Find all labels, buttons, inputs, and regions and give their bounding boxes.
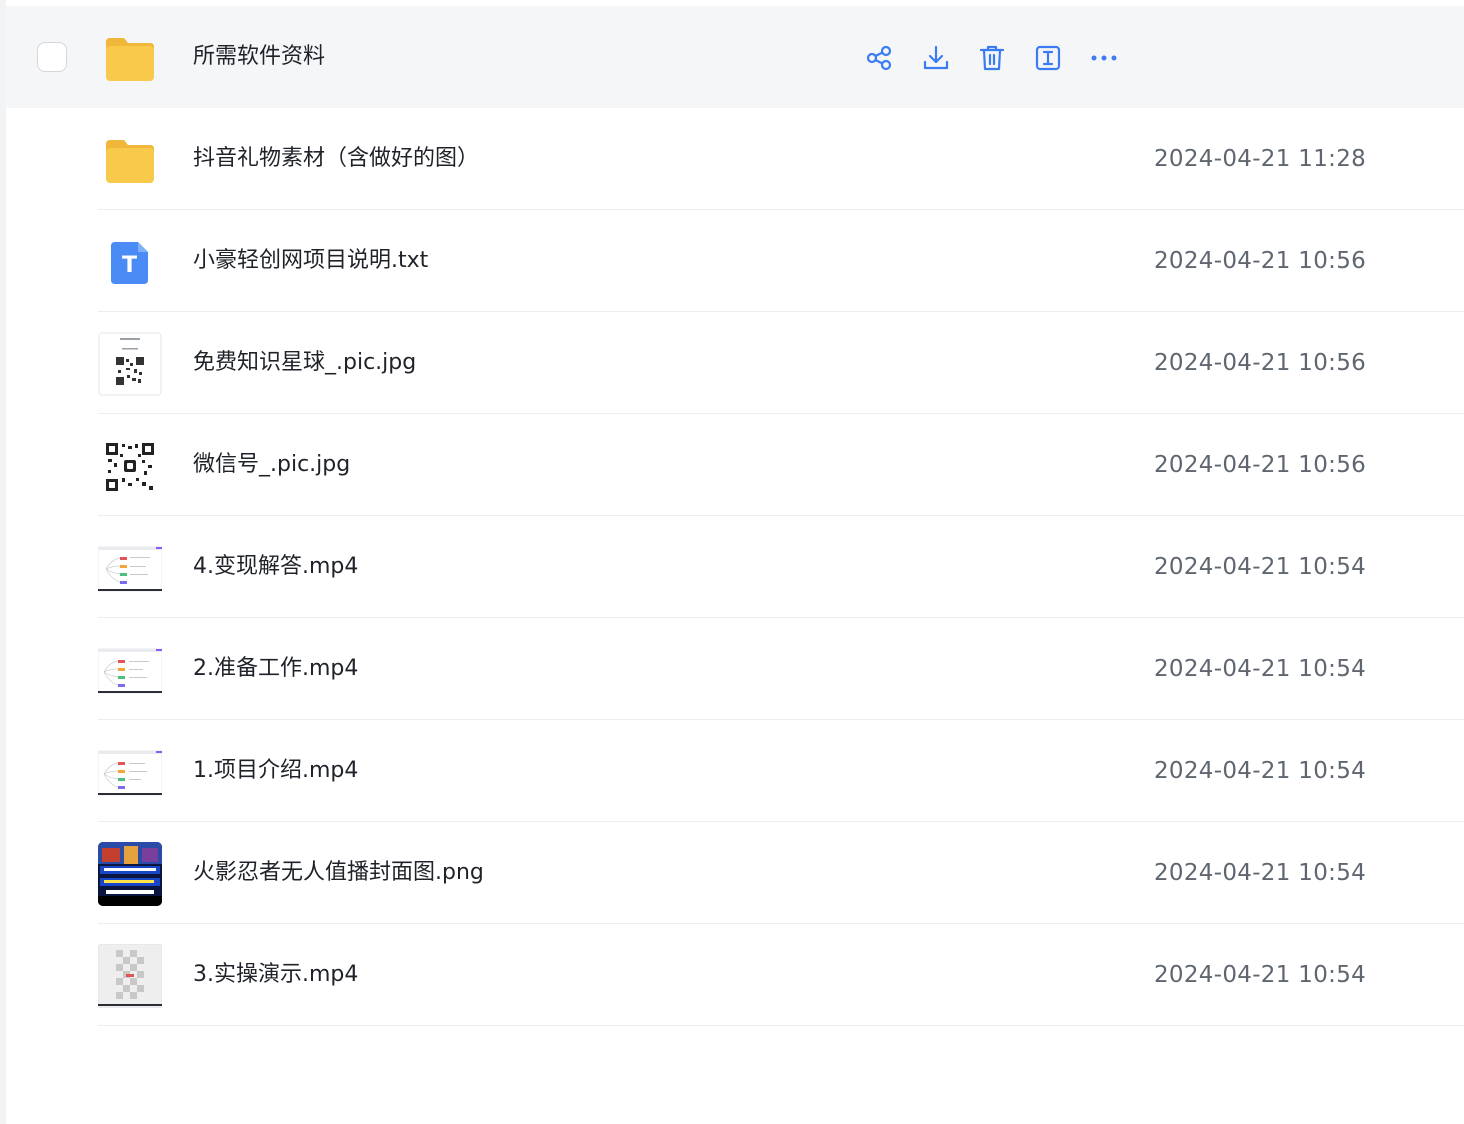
- modified-date: 2024-04-21 10:56: [1154, 248, 1367, 274]
- cover-image-thumbnail: [98, 842, 162, 906]
- rename-icon[interactable]: [1033, 43, 1063, 73]
- qr-thumbnail: [98, 332, 162, 396]
- modified-date: 2024-04-21 10:54: [1154, 554, 1367, 580]
- modified-date: 2024-04-21 10:54: [1154, 656, 1367, 682]
- file-name[interactable]: 免费知识星球_.pic.jpg: [193, 348, 416, 378]
- mindmap-video-thumbnail: [97, 638, 163, 702]
- file-name[interactable]: 火影忍者无人值播封面图.png: [193, 858, 484, 888]
- file-row-8[interactable]: 火影忍者无人值播封面图.png 2024-04-21 10:54: [6, 822, 1464, 924]
- delete-icon[interactable]: [977, 43, 1007, 73]
- qr-thumbnail: [98, 434, 162, 498]
- row-divider: [98, 1025, 1464, 1026]
- checker-video-thumbnail: [97, 943, 163, 1009]
- mindmap-video-thumbnail: [97, 740, 163, 804]
- share-icon[interactable]: [864, 43, 894, 73]
- file-name[interactable]: 1.项目介绍.mp4: [193, 756, 358, 786]
- file-name[interactable]: 4.变现解答.mp4: [193, 552, 358, 582]
- row-checkbox[interactable]: [37, 42, 67, 72]
- text-file-icon: T: [98, 230, 162, 294]
- modified-date: 2024-04-21 10:54: [1154, 758, 1367, 784]
- file-row-3[interactable]: 免费知识星球_.pic.jpg 2024-04-21 10:56: [6, 312, 1464, 414]
- file-row-4[interactable]: 微信号_.pic.jpg 2024-04-21 10:56: [6, 414, 1464, 516]
- file-row-7[interactable]: 1.项目介绍.mp4 2024-04-21 10:54: [6, 720, 1464, 822]
- modified-date: 2024-04-21 10:54: [1154, 860, 1367, 886]
- file-browser: 所需软件资料 抖音礼物素材（含做好的图） 2024-04-21 11:28 T …: [0, 0, 1464, 1124]
- file-row-5[interactable]: 4.变现解答.mp4 2024-04-21 10:54: [6, 516, 1464, 618]
- file-name[interactable]: 抖音礼物素材（含做好的图）: [193, 144, 479, 174]
- file-row-2[interactable]: T 小豪轻创网项目说明.txt 2024-04-21 10:56: [6, 210, 1464, 312]
- file-name[interactable]: 微信号_.pic.jpg: [193, 450, 350, 480]
- file-name[interactable]: 2.准备工作.mp4: [193, 654, 358, 684]
- modified-date: 2024-04-21 10:56: [1154, 452, 1367, 478]
- file-row-1[interactable]: 抖音礼物素材（含做好的图） 2024-04-21 11:28: [6, 108, 1464, 210]
- file-list: 所需软件资料 抖音礼物素材（含做好的图） 2024-04-21 11:28 T …: [6, 6, 1464, 1026]
- file-row-0[interactable]: 所需软件资料: [6, 6, 1464, 108]
- folder-icon: [98, 26, 162, 90]
- mindmap-video-thumbnail: [97, 536, 163, 600]
- file-row-9[interactable]: 3.实操演示.mp4 2024-04-21 10:54: [6, 924, 1464, 1026]
- more-icon[interactable]: [1089, 43, 1119, 73]
- modified-date: 2024-04-21 11:28: [1154, 146, 1367, 172]
- modified-date: 2024-04-21 10:54: [1154, 962, 1367, 988]
- file-name[interactable]: 小豪轻创网项目说明.txt: [193, 246, 428, 276]
- download-icon[interactable]: [921, 43, 951, 73]
- svg-text:T: T: [122, 253, 137, 278]
- file-name[interactable]: 3.实操演示.mp4: [193, 960, 358, 990]
- file-row-6[interactable]: 2.准备工作.mp4 2024-04-21 10:54: [6, 618, 1464, 720]
- folder-icon: [98, 128, 162, 192]
- file-name[interactable]: 所需软件资料: [193, 42, 325, 72]
- modified-date: 2024-04-21 10:56: [1154, 350, 1367, 376]
